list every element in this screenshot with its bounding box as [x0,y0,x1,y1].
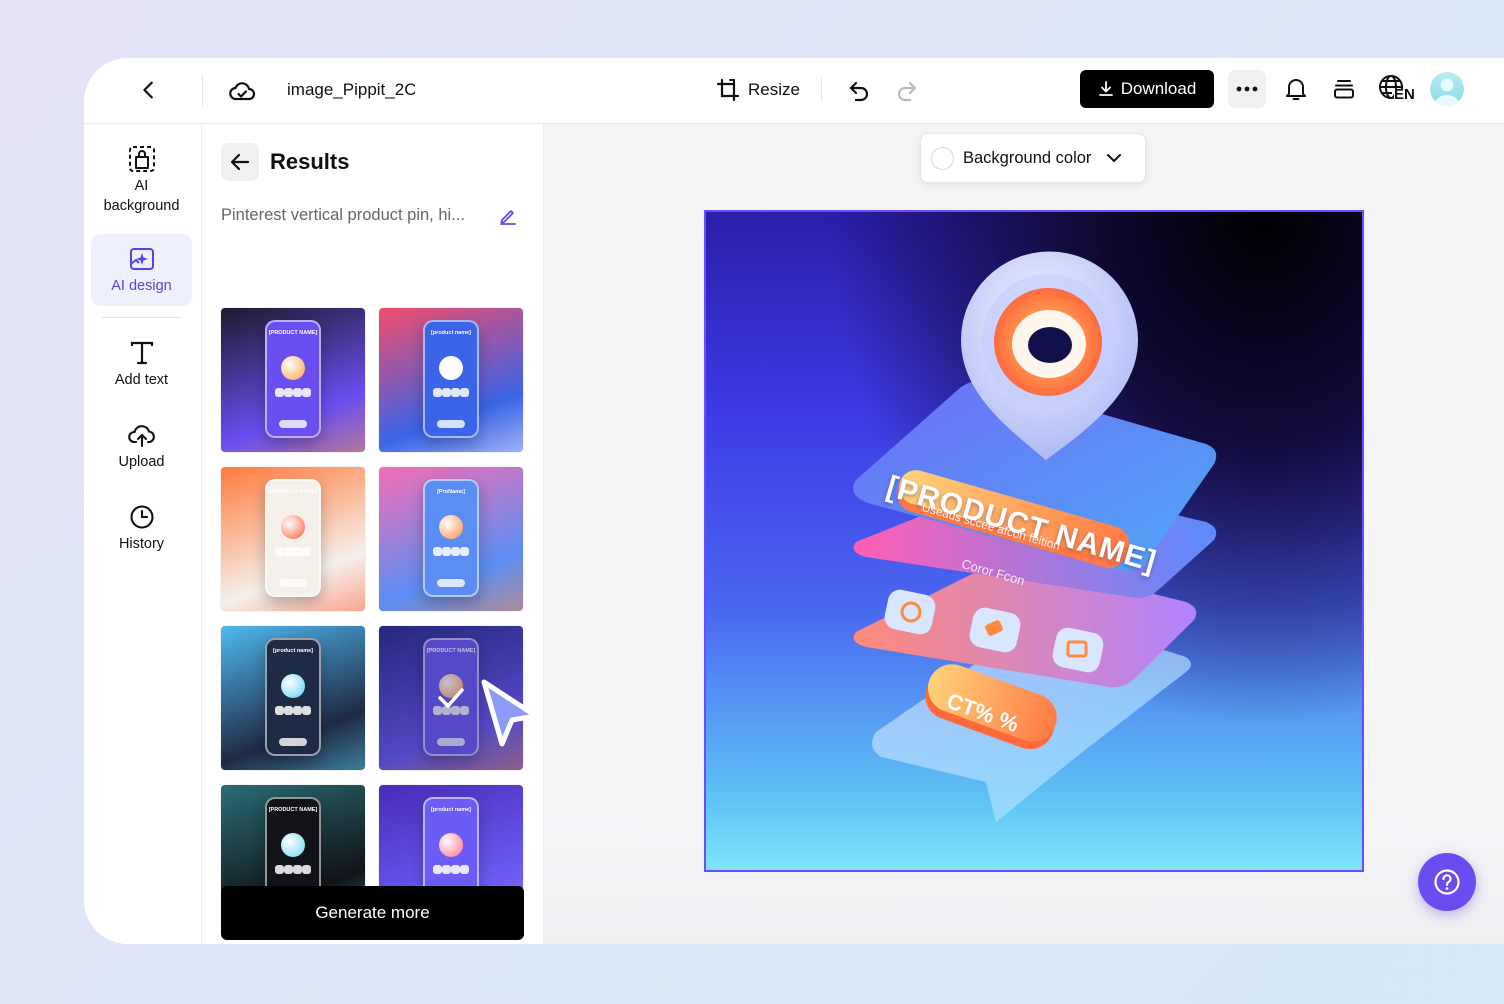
download-icon [1098,81,1113,96]
language-button[interactable]: EN [1376,72,1415,106]
product-orb [439,356,463,380]
sidebar-item-ai-background[interactable]: AI background [91,140,192,220]
feature-icons [275,388,311,397]
redo-icon [897,81,917,102]
thumbnail-caption: [product name] [430,807,472,813]
sidebar-item-label: AI background [103,178,180,214]
phone-mockup: [product name] [265,638,321,756]
result-thumbnail[interactable]: [PRODUCT NAME] [221,467,365,611]
ai-background-icon [127,144,157,174]
bell-icon [1286,79,1306,100]
phone-mockup: [PRODUCT NAME] [265,320,321,438]
sidebar-item-label: Add text [114,372,169,388]
undo-icon [849,81,869,102]
download-label: Download [1120,79,1197,98]
product-orb [439,515,463,539]
phone-mockup: [product name] [423,320,479,438]
stack-icon [1334,80,1354,99]
sidebar-item-label: AI design [111,278,172,294]
chevron-left-icon [143,81,153,99]
product-orb [281,674,305,698]
notifications-button[interactable] [1280,73,1312,105]
result-thumbnail[interactable]: [product name] [221,626,365,770]
chevron-down-icon [1107,154,1122,162]
file-name[interactable]: image_Pippit_2C [287,78,415,102]
back-button[interactable] [134,75,164,105]
redo-button[interactable] [892,73,922,107]
product-orb [281,356,305,380]
results-panel: Results Pinterest vertical product pin, … [202,124,544,944]
feature-icons [433,865,469,874]
feature-icons [275,547,311,556]
cta-pill [279,738,307,746]
sidebar-item-label: Upload [118,454,165,470]
language-badge: EN [1394,86,1415,103]
cta-pill [279,579,307,587]
user-icon [1434,78,1460,106]
product-orb [439,833,463,857]
download-button[interactable]: Download [1080,70,1214,108]
resize-icon [716,78,740,102]
clock-icon [127,502,157,532]
feature-icons [433,547,469,556]
upload-cloud-icon [127,420,157,450]
background-color-dropdown[interactable]: Background color [920,133,1146,183]
pencil-icon [500,210,516,225]
edit-prompt-button[interactable] [496,204,520,228]
phone-mockup: [PRODUCT NAME] [265,479,321,597]
thumbnail-caption: [product name] [272,648,314,654]
feature-icons [275,865,311,874]
color-swatch [931,146,954,170]
divider [102,317,182,318]
prompt-text: Pinterest vertical product pin, hi... [221,206,465,224]
design-artboard[interactable]: [PRODUCT NAME] Useaus sccee afcon feitio… [704,210,1364,872]
tool-sidebar: AI background AI design Add text Upload [84,124,202,944]
layers-button[interactable] [1328,73,1360,105]
sidebar-item-ai-design[interactable]: AI design [91,234,192,306]
sidebar-item-upload[interactable]: Upload [91,414,192,478]
result-thumbnail[interactable]: [product name] [379,308,523,452]
help-button[interactable] [1418,853,1476,911]
product-orb [281,515,305,539]
divider [202,74,203,106]
top-bar: image_Pippit_2C Resize Download EN [84,58,1504,124]
ai-design-icon [127,244,157,274]
resize-button[interactable]: Resize [712,73,804,107]
results-title: Results [270,149,350,174]
cta-pill [437,420,465,428]
divider [821,78,822,102]
avatar[interactable] [1430,72,1464,106]
canvas-area: Background color [PRODUCT NAME] Useaus s… [544,124,1504,944]
thumbnail-caption: [PRODUCT NAME] [268,489,318,495]
cursor-pointer-icon [481,679,539,747]
thumbnail-caption: [ProName] [437,489,465,495]
more-options-button[interactable] [1228,70,1266,108]
phone-mockup: [ProName] [423,479,479,597]
feature-icons [433,388,469,397]
cta-pill [437,579,465,587]
check-icon [438,688,464,708]
background-color-label: Background color [963,148,1092,167]
cloud-save-icon[interactable] [226,75,258,107]
thumbnail-caption: [product name] [430,330,472,336]
more-horizontal-icon [1236,86,1258,92]
sidebar-item-add-text[interactable]: Add text [91,332,192,396]
result-thumbnail[interactable]: [ProName] [379,467,523,611]
cta-pill [279,420,307,428]
product-orb [281,833,305,857]
question-circle-icon [1434,869,1460,895]
feature-icons [275,706,311,715]
generate-more-button[interactable]: Generate more [221,886,524,940]
results-back-button[interactable] [221,143,259,181]
app-window: image_Pippit_2C Resize Download EN AI ba… [84,58,1504,944]
text-icon [127,338,157,368]
sidebar-item-history[interactable]: History [91,496,192,560]
sidebar-item-label: History [118,536,165,552]
undo-button[interactable] [844,73,874,107]
result-thumbnail[interactable]: [PRODUCT NAME] [221,308,365,452]
thumbnail-caption: [PRODUCT NAME] [268,330,318,336]
resize-label: Resize [748,80,800,99]
arrow-left-icon [230,153,250,171]
thumbnail-caption: [PRODUCT NAME] [268,807,318,813]
